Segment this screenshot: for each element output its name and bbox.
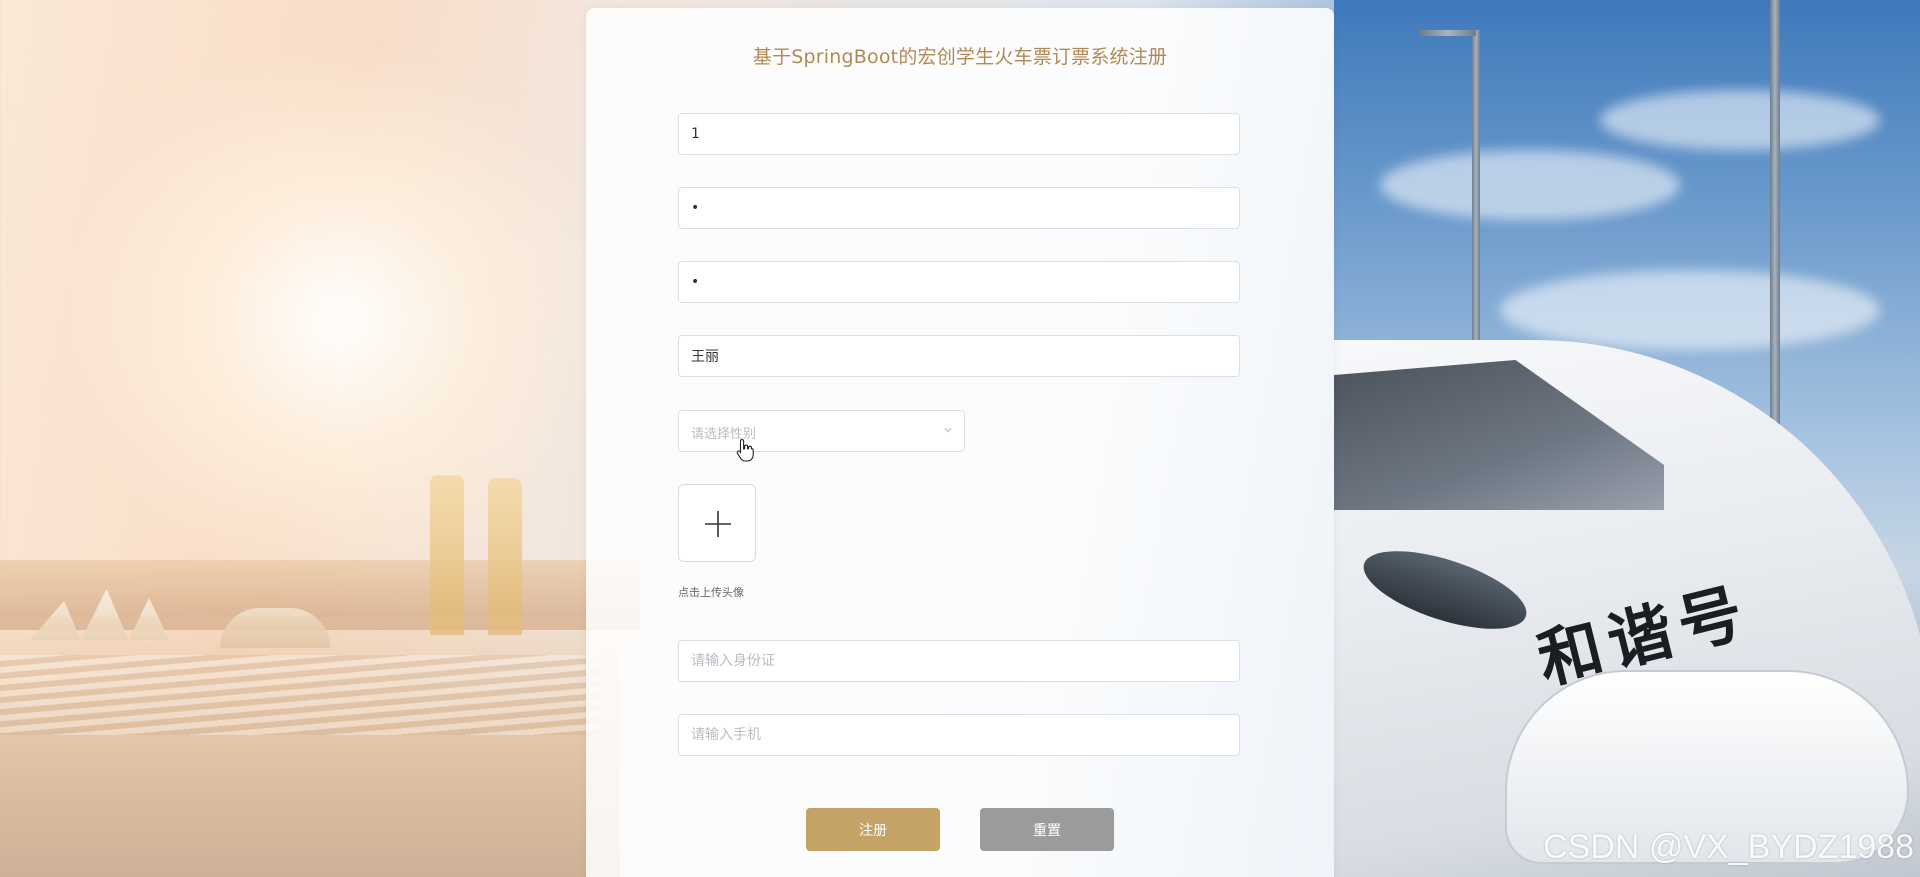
background-cloud [1600, 90, 1880, 150]
hand-cursor-icon [736, 438, 754, 462]
avatar-upload-label: 点击上传头像 [678, 586, 744, 599]
account-input[interactable] [678, 113, 1240, 155]
background-cloud [1500, 270, 1880, 350]
register-card: 基于SpringBoot的宏创学生火车票订票系统注册 请选择性别 点击上传头像 … [586, 8, 1334, 877]
background-tower-left [430, 475, 464, 635]
chevron-down-icon [944, 428, 952, 433]
background-rail [0, 655, 600, 735]
background-tower-right [488, 478, 522, 635]
name-input[interactable] [678, 335, 1240, 377]
reset-button[interactable]: 重置 [980, 808, 1114, 851]
background-cloud [1380, 150, 1680, 220]
background-lamp-arm [1420, 30, 1476, 36]
gender-select[interactable]: 请选择性别 [678, 410, 965, 452]
id-card-input[interactable] [678, 640, 1240, 682]
watermark-text: CSDN @VX_BYDZ1988 [1543, 828, 1914, 866]
phone-input[interactable] [678, 714, 1240, 756]
page-title: 基于SpringBoot的宏创学生火车票订票系统注册 [752, 46, 1168, 68]
register-button[interactable]: 注册 [806, 808, 940, 851]
avatar-upload-button[interactable] [678, 484, 756, 562]
background-sun-glow [60, 40, 620, 600]
plus-icon [705, 511, 731, 537]
password-input[interactable] [678, 187, 1240, 229]
confirm-password-input[interactable] [678, 261, 1240, 303]
